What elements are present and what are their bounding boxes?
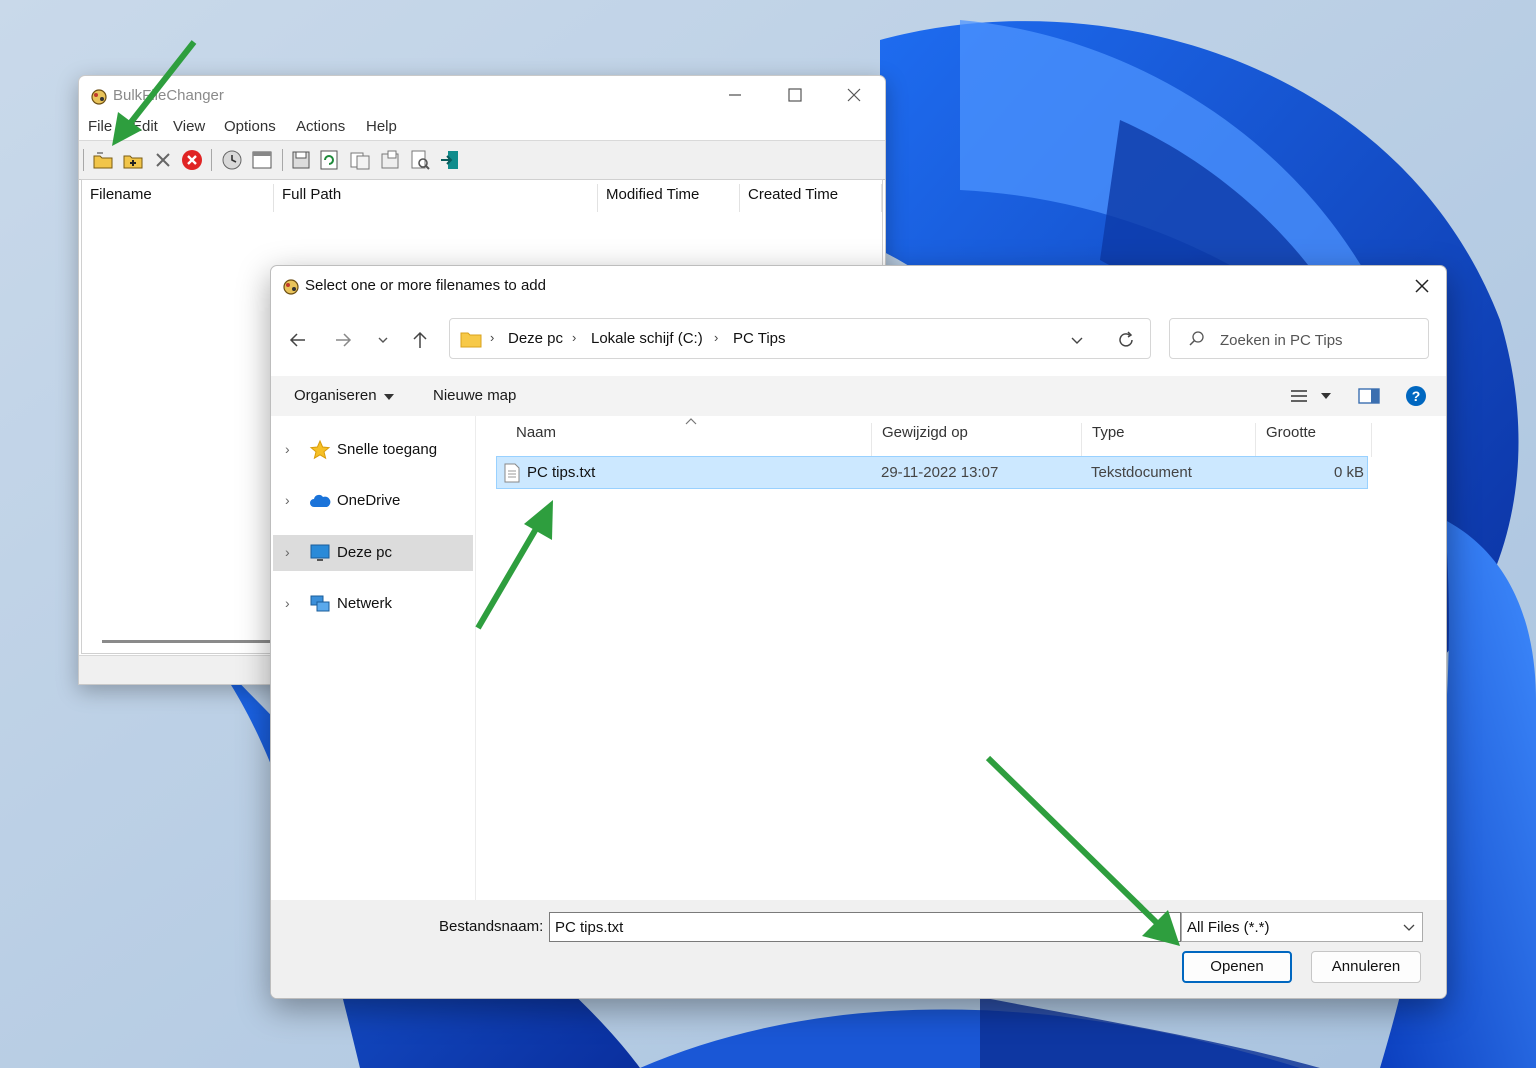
nav-item-deze-pc[interactable]: › Deze pc — [273, 535, 473, 571]
file-modified: 29-11-2022 13:07 — [881, 464, 999, 481]
caret-down-icon — [384, 394, 394, 400]
dialog-footer: Bestandsnaam: All Files (*.*) Openen Ann… — [271, 900, 1446, 998]
address-bar[interactable]: › Deze pc › Lokale schijf (C:) › PC Tips — [449, 318, 1151, 359]
time-icon[interactable] — [220, 148, 244, 172]
close-icon[interactable] — [1406, 272, 1438, 300]
menu-bar: File Edit View Options Actions Help — [79, 116, 885, 140]
maximize-button[interactable] — [772, 82, 818, 108]
column-header-filename[interactable]: Filename — [82, 184, 274, 212]
chevron-down-icon[interactable] — [1068, 331, 1086, 349]
column-header-gewijzigd-op[interactable]: Gewijzigd op — [872, 423, 1082, 457]
properties-window-icon[interactable] — [250, 148, 274, 172]
app-icon — [283, 279, 299, 295]
expand-chevron-icon[interactable]: › — [285, 441, 290, 457]
copy-icon[interactable] — [348, 148, 372, 172]
dialog-title: Select one or more filenames to add — [305, 277, 546, 294]
expand-chevron-icon[interactable]: › — [285, 492, 290, 508]
breadcrumb-deze-pc[interactable]: Deze pc — [508, 330, 563, 347]
column-header-naam[interactable]: Naam — [506, 423, 872, 457]
help-icon[interactable]: ? — [1405, 385, 1427, 407]
nav-label: Snelle toegang — [337, 441, 438, 458]
add-files-icon[interactable] — [91, 148, 115, 172]
refresh-icon[interactable] — [1116, 330, 1136, 350]
column-header-type[interactable]: Type — [1082, 423, 1256, 457]
menu-edit[interactable]: Edit — [132, 118, 158, 135]
search-icon — [1189, 331, 1204, 346]
search-input[interactable] — [1218, 327, 1422, 353]
app-icon — [91, 89, 107, 105]
clear-list-icon[interactable] — [180, 148, 204, 172]
breadcrumb-lokale-schijf[interactable]: Lokale schijf (C:) — [591, 330, 703, 347]
open-file-dialog: Select one or more filenames to add › De… — [270, 265, 1447, 999]
breadcrumb-chevron-icon: › — [572, 330, 577, 345]
toolbar — [79, 140, 885, 180]
minimize-button[interactable] — [712, 82, 758, 108]
toolbar-separator — [211, 149, 212, 171]
nav-label: OneDrive — [337, 492, 401, 509]
file-size: 0 kB — [1334, 464, 1365, 481]
chevron-down-icon — [1403, 924, 1415, 931]
file-list-pane: Naam Gewijzigd op Type Grootte PC tips.t… — [476, 416, 1446, 900]
expand-chevron-icon[interactable]: › — [285, 544, 290, 560]
recent-locations-chevron-icon[interactable] — [369, 326, 397, 354]
file-row[interactable]: PC tips.txt 29-11-2022 13:07 Tekstdocume… — [496, 456, 1368, 489]
search-box[interactable] — [1169, 318, 1429, 359]
nav-item-netwerk[interactable]: › Netwerk — [273, 586, 473, 622]
open-button[interactable]: Openen — [1182, 951, 1292, 983]
nav-label: Netwerk — [337, 595, 393, 612]
filename-input[interactable] — [549, 912, 1181, 942]
svg-text:?: ? — [1412, 388, 1421, 404]
menu-help[interactable]: Help — [366, 118, 397, 135]
menu-view[interactable]: View — [173, 118, 205, 135]
menu-file[interactable]: File — [88, 118, 112, 135]
folder-icon — [460, 332, 482, 348]
cancel-button[interactable]: Annuleren — [1311, 951, 1421, 983]
file-type: Tekstdocument — [1091, 464, 1192, 481]
list-view-icon[interactable] — [1289, 387, 1309, 405]
toolbar-separator — [282, 149, 283, 171]
breadcrumb-chevron-icon: › — [490, 330, 495, 345]
new-folder-button[interactable]: Nieuwe map — [433, 387, 516, 404]
window-title: BulkFileChanger — [113, 87, 224, 104]
column-header-full-path[interactable]: Full Path — [274, 184, 598, 212]
column-header-modified-time[interactable]: Modified Time — [598, 184, 740, 212]
nav-label: Deze pc — [337, 544, 393, 561]
menu-actions[interactable]: Actions — [296, 118, 345, 135]
forward-arrow-icon[interactable] — [329, 326, 357, 354]
monitor-icon — [310, 544, 330, 561]
nav-item-snelle-toegang[interactable]: › Snelle toegang — [273, 432, 473, 468]
file-type-filter-select[interactable]: All Files (*.*) — [1181, 912, 1423, 942]
refresh-icon[interactable] — [317, 148, 341, 172]
up-arrow-icon[interactable] — [406, 326, 434, 354]
add-folder-icon[interactable] — [121, 148, 145, 172]
toolbar-separator — [83, 149, 84, 171]
preview-pane-icon[interactable] — [1357, 386, 1381, 406]
file-type-filter-value: All Files (*.*) — [1187, 919, 1270, 936]
filename-label: Bestandsnaam: — [439, 918, 544, 935]
find-icon[interactable] — [408, 148, 432, 172]
navigation-pane: › Snelle toegang › OneDrive › Deze pc › — [271, 416, 476, 900]
save-icon[interactable] — [289, 148, 313, 172]
breadcrumb-chevron-icon: › — [714, 330, 719, 345]
file-name: PC tips.txt — [527, 464, 596, 481]
nav-item-onedrive[interactable]: › OneDrive — [273, 483, 473, 519]
title-bar: BulkFileChanger — [79, 76, 885, 114]
star-icon — [309, 439, 331, 460]
organize-button[interactable]: Organiseren — [294, 387, 377, 404]
breadcrumb-pc-tips[interactable]: PC Tips — [733, 330, 786, 347]
network-icon — [310, 595, 330, 612]
command-bar: Organiseren Nieuwe map ? — [271, 376, 1446, 417]
cloud-icon — [310, 494, 331, 507]
menu-options[interactable]: Options — [224, 118, 276, 135]
column-header-grootte[interactable]: Grootte — [1256, 423, 1372, 457]
file-properties-icon[interactable] — [378, 148, 402, 172]
remove-icon[interactable] — [151, 148, 175, 172]
close-button[interactable] — [831, 82, 877, 108]
text-file-icon — [504, 463, 520, 483]
back-arrow-icon[interactable] — [284, 326, 312, 354]
expand-chevron-icon[interactable]: › — [285, 595, 290, 611]
exit-icon[interactable] — [438, 148, 462, 172]
column-header-created-time[interactable]: Created Time — [740, 184, 882, 212]
caret-down-icon[interactable] — [1320, 391, 1332, 401]
